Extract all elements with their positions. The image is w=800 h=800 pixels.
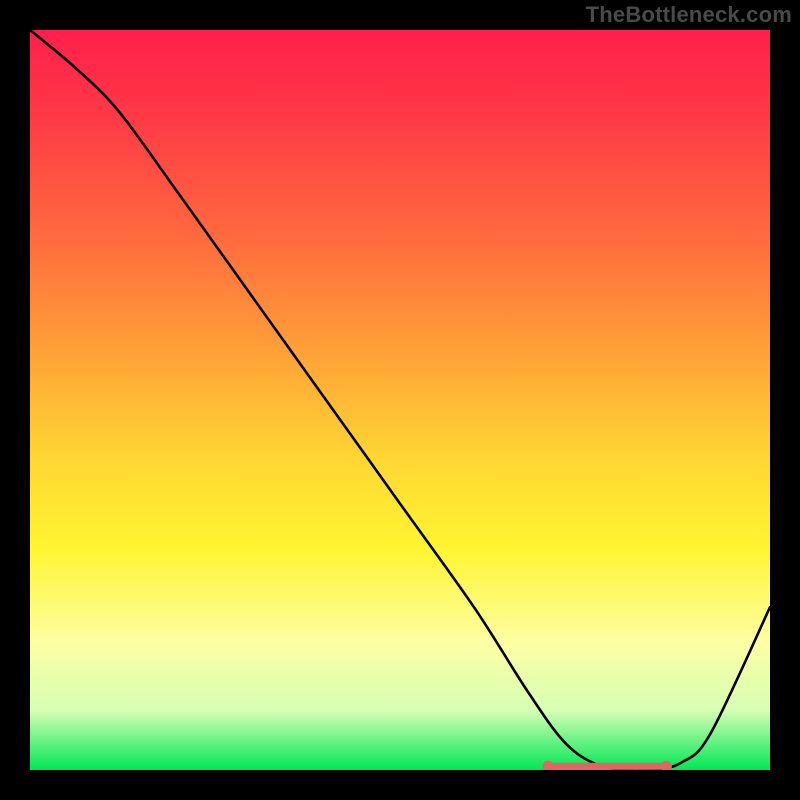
flat-region-endpoint (661, 761, 672, 770)
flat-region-endpoint (543, 761, 554, 770)
flat-region-dot (616, 763, 622, 769)
plot-area (30, 30, 770, 770)
flat-region-dot (592, 763, 598, 769)
flat-region-dot (568, 763, 574, 769)
flat-region-dot (640, 763, 646, 769)
bottleneck-curve-path (30, 30, 770, 770)
watermark-text: TheBottleneck.com (586, 2, 792, 28)
chart-frame: TheBottleneck.com (0, 0, 800, 800)
curve-svg (30, 30, 770, 770)
